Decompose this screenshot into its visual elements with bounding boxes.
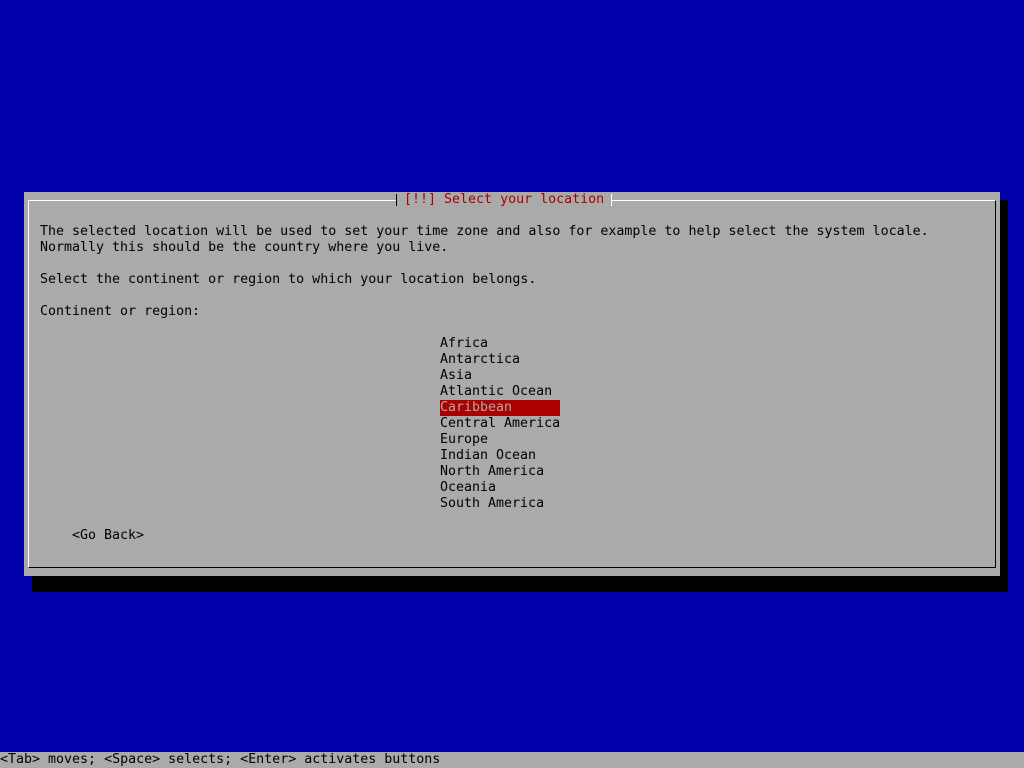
region-list[interactable]: Africa Antarctica Asia Atlantic Ocean Ca… — [440, 336, 560, 512]
region-item-atlantic-ocean[interactable]: Atlantic Ocean — [440, 384, 560, 400]
region-list-label: Continent or region: — [40, 304, 201, 319]
description-line-1: The selected location will be used to se… — [40, 224, 929, 239]
region-item-caribbean[interactable]: Caribbean — [440, 400, 560, 416]
description-line-2: Normally this should be the country wher… — [40, 240, 449, 255]
go-back-button[interactable]: <Go Back> — [72, 528, 144, 544]
region-item-south-america[interactable]: South America — [440, 496, 560, 512]
region-item-africa[interactable]: Africa — [440, 336, 560, 352]
dialog-title: [!!] Select your location — [404, 192, 605, 207]
region-item-antarctica[interactable]: Antarctica — [440, 352, 560, 368]
region-item-asia[interactable]: Asia — [440, 368, 560, 384]
region-item-indian-ocean[interactable]: Indian Ocean — [440, 448, 560, 464]
dialog-title-bar: [!!] Select your location — [396, 192, 613, 208]
region-item-central-america[interactable]: Central America — [440, 416, 560, 432]
region-prompt: Select the continent or region to which … — [40, 272, 537, 287]
installer-screen: [!!] Select your location The selected l… — [0, 0, 1024, 768]
region-item-europe[interactable]: Europe — [440, 432, 560, 448]
region-item-north-america[interactable]: North America — [440, 464, 560, 480]
help-bar: <Tab> moves; <Space> selects; <Enter> ac… — [0, 752, 1024, 768]
region-item-oceania[interactable]: Oceania — [440, 480, 560, 496]
location-dialog: [!!] Select your location The selected l… — [24, 192, 1000, 576]
